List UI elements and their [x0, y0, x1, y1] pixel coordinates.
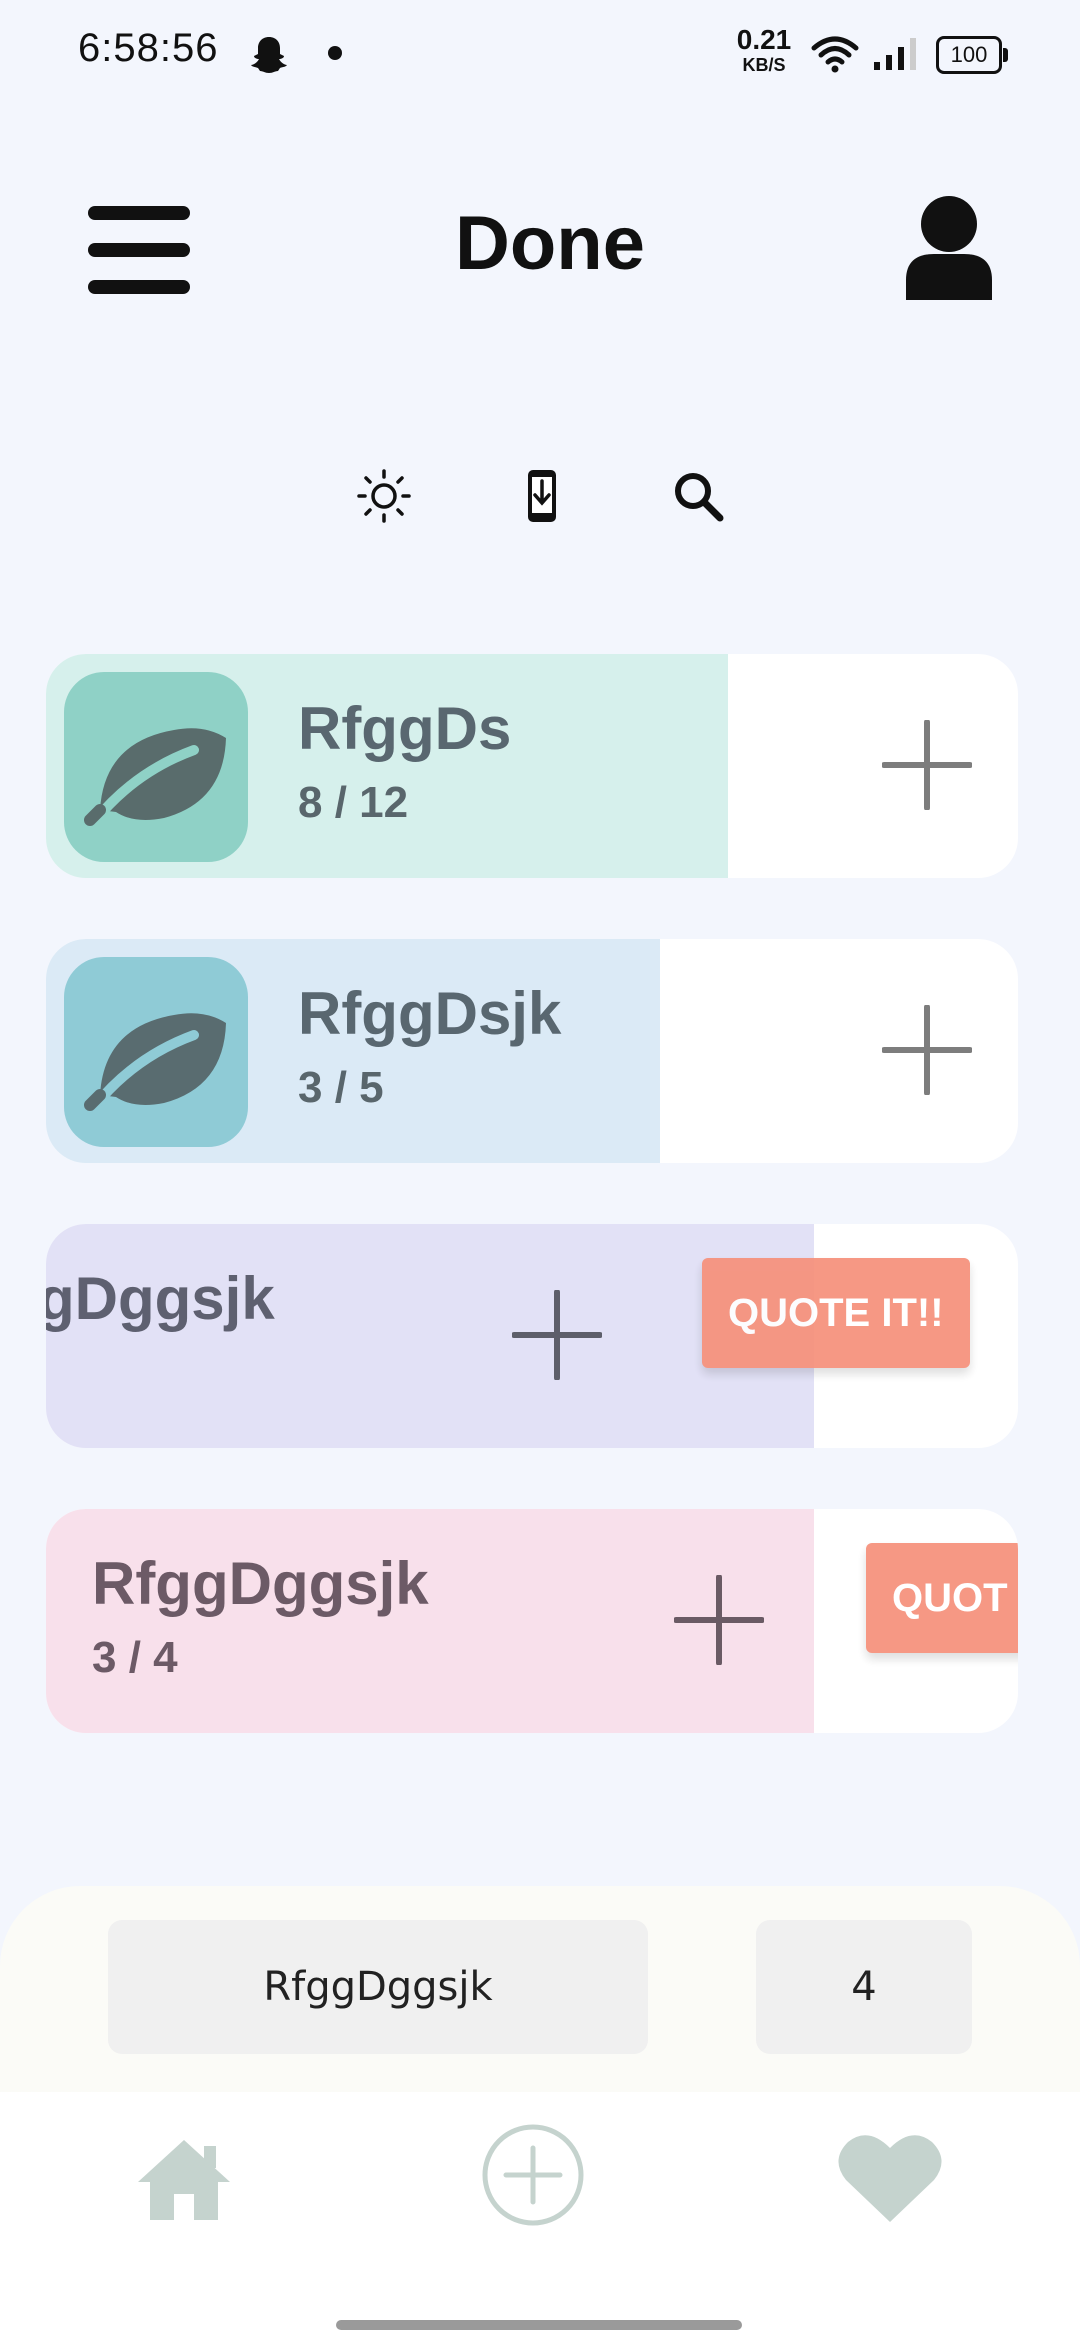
leaf-icon	[84, 1013, 226, 1112]
card-thumbnail	[64, 672, 248, 862]
user-profile-icon[interactable]	[906, 196, 992, 300]
habit-card[interactable]: RfggDsjk 3 / 5	[46, 939, 1018, 1163]
card-name: gDggsjk	[46, 1265, 275, 1332]
hamburger-menu-icon[interactable]	[88, 206, 190, 294]
card-progress-fill	[46, 1224, 814, 1448]
card-name: RfggDsjk	[298, 980, 562, 1047]
increment-icon[interactable]	[674, 1575, 764, 1665]
phone-download-icon[interactable]	[512, 466, 572, 526]
network-speed-unit: KB/S	[742, 55, 786, 75]
quote-it-button[interactable]: QUOTE IT!!	[702, 1258, 970, 1368]
cellular-signal-icon	[874, 38, 916, 70]
home-icon[interactable]	[134, 2136, 234, 2222]
wifi-icon	[811, 36, 859, 73]
card-thumbnail	[64, 957, 248, 1147]
network-speed-value: 0.21	[736, 24, 792, 55]
habit-card-swiped[interactable]: gDggsjk QUOTE IT!!	[46, 1224, 1018, 1448]
search-icon[interactable]	[668, 466, 728, 526]
status-time: 6:58:56	[78, 26, 219, 70]
increment-icon[interactable]	[882, 720, 972, 810]
leaf-icon	[84, 728, 226, 827]
snapchat-notification-icon	[251, 37, 287, 73]
card-count: 3 / 4	[92, 1633, 178, 1682]
notification-dot	[328, 46, 342, 60]
add-circle-icon[interactable]	[480, 2122, 586, 2228]
heart-icon[interactable]	[836, 2130, 944, 2224]
increment-icon[interactable]	[512, 1290, 602, 1380]
page-title: Done	[455, 201, 645, 286]
card-count: 8 / 12	[298, 778, 409, 827]
card-count: 3 / 5	[298, 1063, 384, 1112]
habit-name-field[interactable]: RfggDggsjk	[108, 1920, 648, 2054]
battery-indicator: 100	[936, 36, 1008, 74]
habit-count-field[interactable]: 4	[756, 1920, 972, 2054]
habit-card-swiped[interactable]: RfggDggsjk 3 / 4 QUOT	[46, 1509, 1018, 1733]
brightness-icon[interactable]	[354, 466, 414, 526]
quote-it-button[interactable]: QUOT	[866, 1543, 1018, 1653]
home-indicator	[336, 2320, 742, 2330]
card-name: RfggDs	[298, 695, 512, 762]
increment-icon[interactable]	[882, 1005, 972, 1095]
network-speed: 0.21 KB/S	[734, 24, 794, 75]
habit-card[interactable]: RfggDs 8 / 12	[46, 654, 1018, 878]
card-name: RfggDggsjk	[92, 1550, 429, 1617]
